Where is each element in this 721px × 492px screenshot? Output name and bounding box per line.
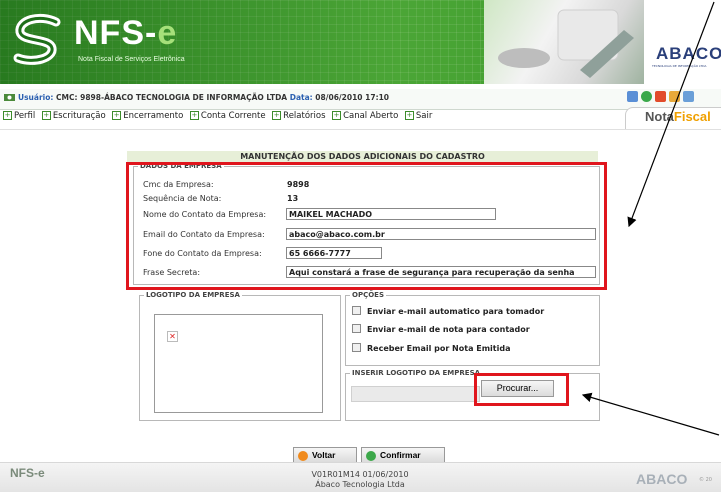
footer-logo: NFS-e <box>10 466 45 480</box>
footer-brand: ABACO <box>636 471 688 487</box>
company-text: Ábaco Tecnologia Ltda <box>315 480 405 489</box>
footer-text: V01R01M14 01/06/2010 Ábaco Tecnologia Lt… <box>240 470 480 490</box>
footer-copyright: © 20 <box>699 477 712 483</box>
annotation-arrows <box>581 1 720 436</box>
version-text: V01R01M14 01/06/2010 <box>311 470 409 479</box>
